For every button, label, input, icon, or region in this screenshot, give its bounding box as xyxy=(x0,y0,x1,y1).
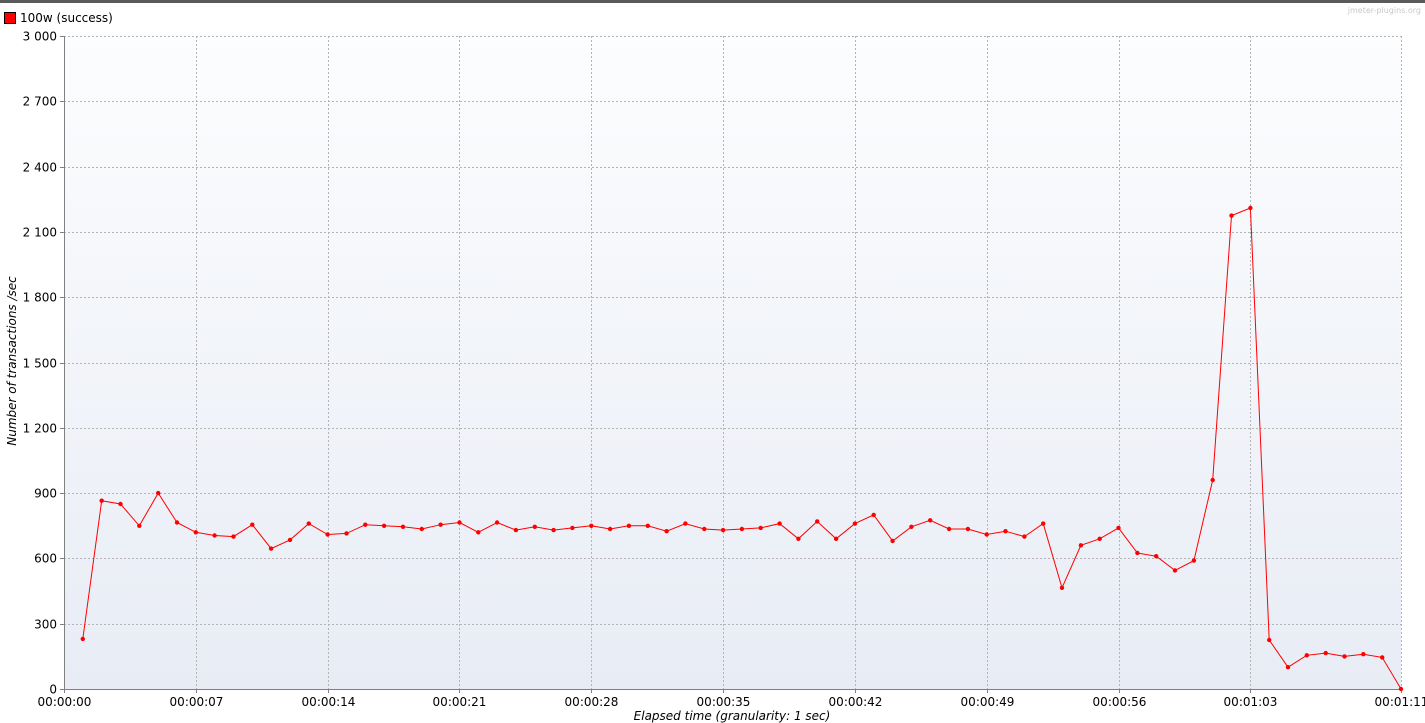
data-point xyxy=(570,525,575,531)
data-point xyxy=(1041,521,1046,526)
data-point xyxy=(137,523,142,528)
data-point xyxy=(494,520,500,525)
x-tick-label: 00:01:03 xyxy=(1224,695,1278,709)
data-point xyxy=(946,526,952,532)
x-tick-label: 00:00:56 xyxy=(1093,695,1147,709)
y-tick-label: 1 500 xyxy=(23,357,57,371)
data-point xyxy=(1191,558,1197,563)
x-tick-label: 00:00:42 xyxy=(829,695,883,709)
data-point xyxy=(287,537,293,543)
data-point xyxy=(626,523,632,528)
data-point xyxy=(250,522,255,527)
x-tick-label: 00:00:00 xyxy=(38,695,92,709)
data-point xyxy=(1229,213,1234,218)
data-point xyxy=(400,524,406,529)
data-point xyxy=(871,512,876,518)
data-point xyxy=(589,523,594,528)
data-point xyxy=(965,526,971,532)
y-tick-label: 2 100 xyxy=(23,226,57,240)
data-point xyxy=(1003,529,1008,534)
y-tick-label: 3 000 xyxy=(23,30,57,44)
data-point xyxy=(457,520,462,525)
data-point xyxy=(476,530,481,535)
data-point xyxy=(381,523,387,528)
y-tick-label: 1 800 xyxy=(23,291,57,305)
data-point xyxy=(1267,637,1272,643)
y-tick-label: 300 xyxy=(34,618,57,632)
data-point xyxy=(212,533,217,538)
data-point xyxy=(156,490,161,496)
y-tick-label: 1 200 xyxy=(23,422,57,436)
data-point xyxy=(909,524,914,529)
data-point xyxy=(1078,543,1084,548)
data-point xyxy=(1248,205,1253,211)
line-chart: 03006009001 2001 5001 8002 1002 4002 700… xyxy=(23,30,1425,710)
data-point xyxy=(99,498,104,503)
data-point xyxy=(419,526,424,532)
x-tick-label: 00:01:11 xyxy=(1375,695,1425,709)
data-point xyxy=(890,538,895,544)
data-point xyxy=(1323,650,1328,656)
data-point xyxy=(193,530,198,535)
data-point xyxy=(306,521,311,526)
data-point xyxy=(1285,665,1291,670)
data-point xyxy=(607,526,613,532)
x-tick-label: 00:00:07 xyxy=(170,695,224,709)
data-point xyxy=(1135,550,1140,556)
data-point xyxy=(852,521,858,526)
y-tick-label: 2 400 xyxy=(23,161,57,175)
data-point xyxy=(758,525,763,531)
data-point xyxy=(1380,655,1385,660)
data-point xyxy=(1097,536,1102,541)
data-point xyxy=(118,501,123,507)
data-point xyxy=(645,523,650,528)
data-point xyxy=(174,520,180,525)
data-point xyxy=(325,532,330,537)
data-point xyxy=(833,536,839,541)
data-point xyxy=(1398,686,1404,692)
x-tick-label: 00:00:28 xyxy=(565,695,619,709)
data-point xyxy=(1304,653,1310,658)
data-point xyxy=(702,526,707,532)
data-point xyxy=(928,518,933,523)
data-point xyxy=(1342,654,1347,659)
data-point xyxy=(1361,652,1366,657)
x-tick-label: 00:00:35 xyxy=(697,695,751,709)
data-point xyxy=(438,522,443,527)
x-tick-label: 00:00:49 xyxy=(961,695,1015,709)
y-tick-label: 900 xyxy=(34,487,57,501)
data-point xyxy=(1022,534,1027,539)
data-point xyxy=(268,546,274,551)
data-point xyxy=(231,534,236,539)
data-point xyxy=(683,521,688,526)
x-tick-label: 00:00:14 xyxy=(302,695,356,709)
data-point xyxy=(984,532,989,537)
y-tick-label: 600 xyxy=(34,552,57,566)
plot-area xyxy=(64,36,1401,689)
x-axis-label: Elapsed time (granularity: 1 sec) xyxy=(633,709,831,723)
data-point xyxy=(532,524,537,529)
data-point xyxy=(664,529,669,534)
data-point xyxy=(815,519,820,524)
data-point xyxy=(739,526,745,532)
data-point xyxy=(1154,554,1159,559)
data-point xyxy=(513,527,519,533)
x-tick-label: 00:00:21 xyxy=(433,695,487,709)
data-point xyxy=(363,522,368,527)
data-point xyxy=(777,521,782,526)
data-point xyxy=(1210,477,1215,483)
data-point xyxy=(796,536,801,541)
data-point xyxy=(344,531,349,536)
data-point xyxy=(1172,568,1178,573)
data-point xyxy=(1059,585,1065,590)
y-axis-label: Number of transactions /sec xyxy=(5,276,19,446)
data-point xyxy=(1116,525,1121,531)
data-point xyxy=(720,527,726,533)
data-point xyxy=(80,636,86,642)
data-point xyxy=(551,527,556,533)
y-tick-label: 2 700 xyxy=(23,95,57,109)
